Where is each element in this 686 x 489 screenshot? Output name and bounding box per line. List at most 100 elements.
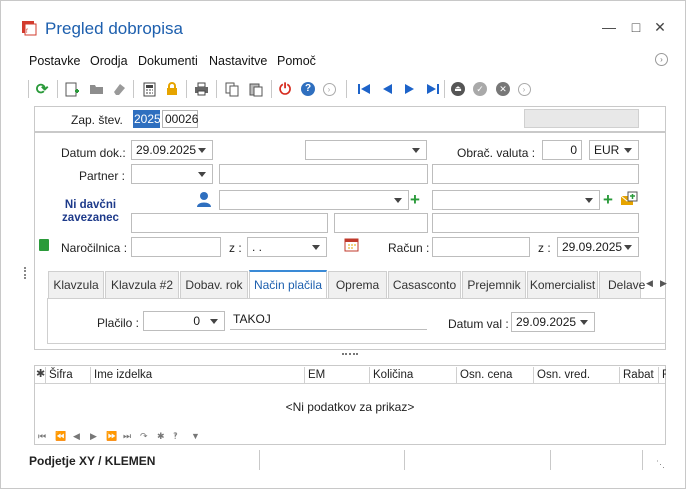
placilo-label: Plačilo : xyxy=(97,316,140,330)
next-record-icon[interactable] xyxy=(402,81,418,97)
datum-val-select[interactable]: 29.09.2025 xyxy=(511,312,595,332)
tab-nacin-placila[interactable]: Način plačila xyxy=(249,270,327,299)
partner-name-field[interactable] xyxy=(219,164,428,184)
address-line-field[interactable] xyxy=(131,213,328,233)
obrac-value-field[interactable]: 0 xyxy=(542,140,582,160)
menu-orodja[interactable]: Orodja xyxy=(90,54,128,68)
lock-icon[interactable] xyxy=(164,81,180,97)
zap-number-field[interactable]: 00026 xyxy=(162,110,198,128)
copy-icon[interactable] xyxy=(224,81,240,97)
delivery-select[interactable] xyxy=(432,190,600,210)
zap-year-field[interactable]: 2025 xyxy=(133,110,161,128)
menu-dokumenti[interactable]: Dokumenti xyxy=(138,54,198,68)
city-field[interactable] xyxy=(432,213,639,233)
datum-val-label: Datum val : xyxy=(448,317,509,331)
post-field[interactable] xyxy=(334,213,428,233)
tab-dobav-rok[interactable]: Dobav. rok xyxy=(180,271,248,298)
grid-prev-icon[interactable]: ◀ xyxy=(73,431,80,442)
grid-prev-page-icon[interactable]: ⏪ xyxy=(55,431,66,442)
tab-scroll-right-icon[interactable]: ▶ xyxy=(660,278,667,289)
grid-filter-icon[interactable]: ▼ xyxy=(191,431,200,441)
resize-grip-icon[interactable]: ⋱ xyxy=(656,459,665,470)
col-osn-vred[interactable]: Osn. vred. xyxy=(533,367,590,384)
print-icon[interactable] xyxy=(193,81,209,97)
placilo-select[interactable]: 0 xyxy=(143,311,225,331)
col-sifra[interactable]: Šifra xyxy=(45,367,73,384)
first-record-icon[interactable] xyxy=(356,81,372,97)
partner-address-field[interactable] xyxy=(432,164,639,184)
tab-casasconto[interactable]: Casasconto xyxy=(388,271,461,298)
forward-icon: › xyxy=(516,81,532,97)
grid-row-indicator-icon: ✱ xyxy=(36,368,46,380)
status-field xyxy=(524,109,639,128)
ni-davcni-label: Ni davčni zavezanec xyxy=(62,199,119,224)
partner-label: Partner : xyxy=(79,169,126,183)
grid-clone-row-icon[interactable]: ‽ xyxy=(173,431,178,442)
partner-code-select[interactable] xyxy=(131,164,213,184)
grid-last-icon[interactable]: ⏭ xyxy=(123,431,131,442)
menu-forward-icon[interactable]: › xyxy=(655,53,668,66)
grid-next-page-icon[interactable]: ⏩ xyxy=(106,431,117,442)
add-contact-icon[interactable]: + xyxy=(410,190,420,210)
cancel-icon[interactable]: ✕ xyxy=(495,81,511,97)
new-document-icon[interactable] xyxy=(64,81,80,97)
splitter-handle[interactable] xyxy=(24,267,26,279)
minimize-icon[interactable]: — xyxy=(601,19,617,35)
grid-next-icon[interactable]: ▶ xyxy=(90,431,97,442)
open-folder-icon[interactable] xyxy=(88,81,104,97)
menu-nastavitve[interactable]: Nastavitve xyxy=(209,54,267,68)
app-logo-icon: f xyxy=(22,21,37,36)
document-type-select[interactable] xyxy=(305,140,427,160)
col-osn-cena[interactable]: Osn. cena xyxy=(456,367,512,384)
close-icon[interactable]: ✕ xyxy=(652,19,668,36)
calculator-icon[interactable] xyxy=(141,81,157,97)
refresh-icon[interactable]: ⟳ xyxy=(34,81,50,98)
menu-postavke[interactable]: Postavke xyxy=(29,54,80,68)
datum-label: Datum dok.: xyxy=(61,146,126,160)
tab-klavzula[interactable]: Klavzula xyxy=(48,271,104,298)
col-r[interactable]: R xyxy=(658,367,666,384)
placilo-text-field[interactable]: TAKOJ xyxy=(230,310,427,330)
contact-select[interactable] xyxy=(219,190,409,210)
col-kolicina[interactable]: Količina xyxy=(369,367,413,384)
z1-label: z : xyxy=(229,241,242,255)
grid-empty-message: <Ni podatkov za prikaz> xyxy=(285,400,415,414)
help-icon[interactable]: ? xyxy=(300,81,316,97)
col-ime-izdelka[interactable]: Ime izdelka xyxy=(90,367,152,384)
prev-record-icon[interactable] xyxy=(379,81,395,97)
currency-select[interactable]: EUR xyxy=(589,140,639,160)
col-em[interactable]: EM xyxy=(304,367,325,384)
tab-komercialist[interactable]: Komercialist xyxy=(527,271,598,298)
maximize-icon[interactable]: □ xyxy=(628,19,644,35)
panel-splitter[interactable] xyxy=(342,353,358,355)
tab-delavec[interactable]: Delave xyxy=(599,271,645,298)
menu-pomoc[interactable]: Pomoč xyxy=(277,54,316,68)
forward-disabled-icon: › xyxy=(321,81,337,97)
eject-icon[interactable]: ⏏ xyxy=(450,81,466,97)
narocilnica-field[interactable] xyxy=(131,237,221,257)
eraser-icon[interactable] xyxy=(111,81,127,97)
last-record-icon[interactable] xyxy=(425,81,441,97)
datum-field[interactable]: 29.09.2025 xyxy=(131,140,213,160)
racun-field[interactable] xyxy=(432,237,530,257)
tab-prejemnik[interactable]: Prejemnik xyxy=(462,271,526,298)
power-icon[interactable]: ⏻ xyxy=(277,81,293,98)
grid-new-row-icon[interactable]: ✱ xyxy=(157,431,165,442)
narocilnica-label: Naročilnica : xyxy=(61,241,128,255)
grid-first-icon[interactable]: ⏮ xyxy=(38,431,46,442)
calendar-icon[interactable] xyxy=(344,236,360,252)
col-rabat[interactable]: Rabat xyxy=(619,367,654,384)
tab-klavzula-2[interactable]: Klavzula #2 xyxy=(105,271,179,298)
order-book-icon xyxy=(39,239,49,251)
z2-label: z : xyxy=(538,241,551,255)
grid-refresh-icon[interactable]: ↷ xyxy=(140,431,148,442)
racun-date-select[interactable]: 29.09.2025 xyxy=(557,237,639,257)
email-add-icon[interactable] xyxy=(620,191,638,207)
tab-oprema[interactable]: Oprema xyxy=(328,271,387,298)
status-user: Podjetje XY / KLEMEN xyxy=(29,454,156,468)
tab-scroll-left-icon[interactable]: ◀ xyxy=(646,278,653,289)
contact-person-icon[interactable] xyxy=(197,191,211,207)
narocilnica-date-select[interactable]: . . xyxy=(247,237,327,257)
paste-icon[interactable] xyxy=(248,81,264,97)
add-delivery-icon[interactable]: + xyxy=(603,190,613,210)
